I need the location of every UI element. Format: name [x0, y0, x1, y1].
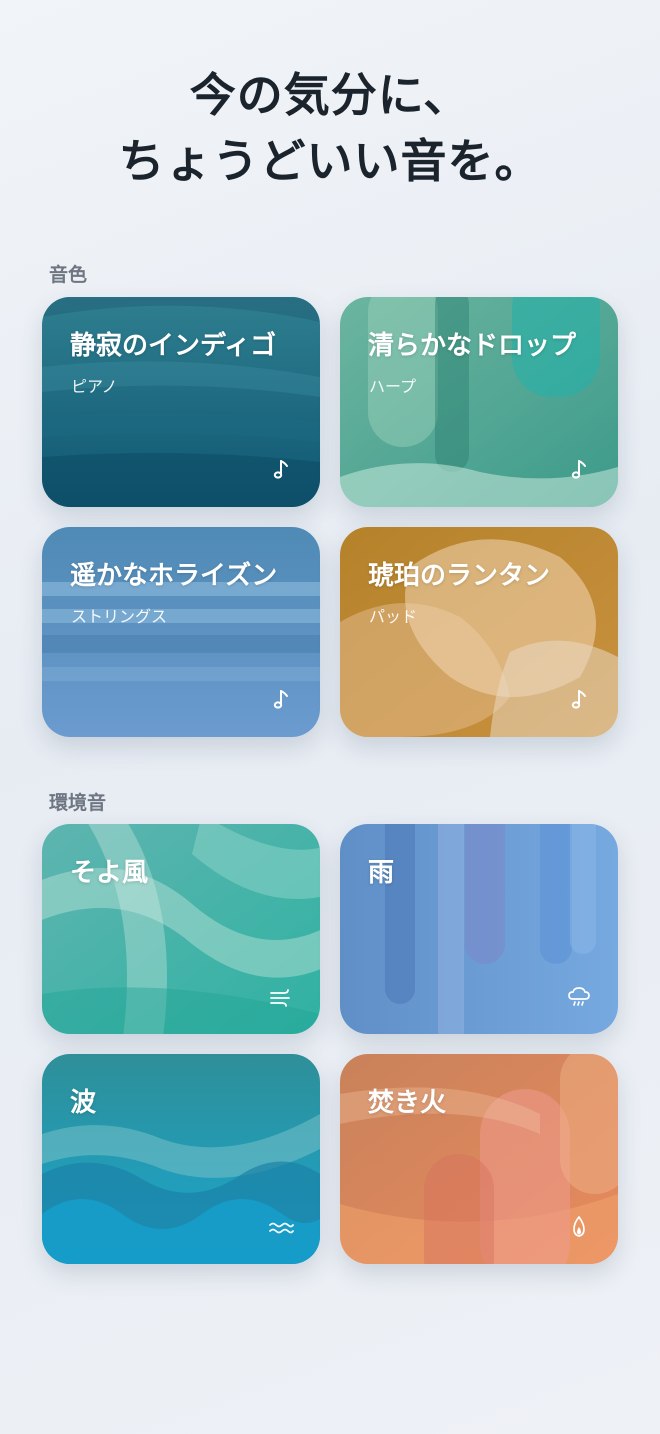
ambient-card-title: 波 [70, 1088, 97, 1118]
section-label-tones: 音色 [49, 264, 88, 286]
tone-card-title: 遥かなホライズン [70, 561, 278, 591]
music-note-icon [268, 457, 294, 483]
tone-card-lantern[interactable]: 琥珀のランタン パッド [340, 527, 618, 737]
tone-card-indigo[interactable]: 静寂のインディゴ ピアノ [42, 297, 320, 507]
tone-card-subtitle: ピアノ [71, 377, 118, 396]
tone-card-subtitle: ストリングス [71, 607, 168, 626]
music-note-icon [268, 687, 294, 713]
headline-line-2: ちょうどいい音を。 [118, 134, 542, 188]
wind-icon [268, 984, 294, 1010]
tone-card-title: 清らかなドロップ [368, 331, 577, 361]
page-headline: 今の気分に、 ちょうどいい音を。 [0, 62, 660, 194]
tone-card-title: 琥珀のランタン [368, 561, 551, 591]
tone-card-subtitle: パッド [369, 607, 418, 626]
tone-card-title: 静寂のインディゴ [70, 331, 277, 361]
tone-card-subtitle: ハープ [369, 377, 417, 396]
ambient-card-title: 焚き火 [368, 1088, 447, 1118]
headline-line-1: 今の気分に、 [189, 68, 471, 122]
tone-card-horizon[interactable]: 遥かなホライズン ストリングス [42, 527, 320, 737]
waves-icon [268, 1214, 294, 1240]
ambient-card-rain[interactable]: 雨 [340, 824, 618, 1034]
music-note-icon [566, 687, 592, 713]
tone-card-drop[interactable]: 清らかなドロップ ハープ [340, 297, 618, 507]
ambient-card-bonfire[interactable]: 焚き火 [340, 1054, 618, 1264]
ambient-card-breeze[interactable]: そよ風 [42, 824, 320, 1034]
music-note-icon [566, 457, 592, 483]
ambient-card-waves[interactable]: 波 [42, 1054, 320, 1264]
flame-icon [566, 1214, 592, 1240]
ambient-card-title: 雨 [368, 858, 395, 888]
ambient-card-title: そよ風 [70, 858, 149, 888]
section-label-ambient: 環境音 [49, 792, 107, 814]
rain-cloud-icon [566, 984, 592, 1010]
